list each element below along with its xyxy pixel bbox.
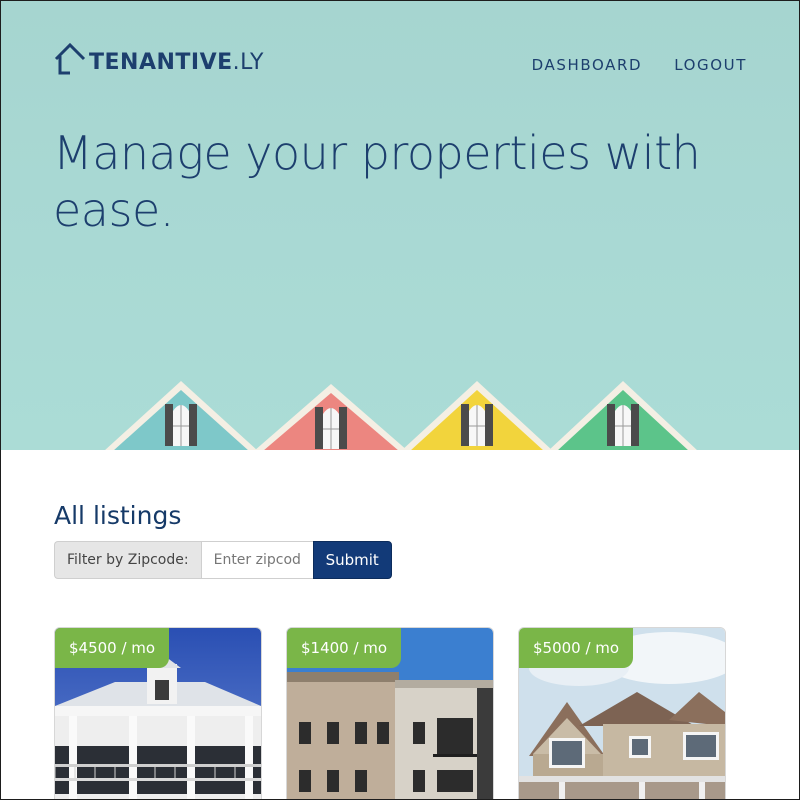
zipcode-filter-label: Filter by Zipcode: <box>54 541 201 579</box>
zipcode-input[interactable] <box>200 541 313 579</box>
listing-card[interactable]: $1400 / mo <box>286 627 494 799</box>
submit-button[interactable]: Submit <box>312 541 392 579</box>
brand-name: TENANTIVE.LY <box>89 50 264 75</box>
top-nav: DASHBOARD LOGOUT <box>532 56 747 74</box>
listing-card[interactable]: $5000 / mo <box>518 627 726 799</box>
hero-headline: Manage your properties with ease. <box>53 126 701 237</box>
house-logo-icon <box>54 42 86 75</box>
listings-title: All listings <box>54 501 182 530</box>
listing-card[interactable]: $4500 / mo <box>54 627 262 799</box>
price-badge: $1400 / mo <box>287 628 402 668</box>
nav-dashboard-link[interactable]: DASHBOARD <box>532 56 643 74</box>
price-badge: $4500 / mo <box>55 628 170 668</box>
colorful-rooftops-image <box>105 381 697 450</box>
nav-logout-link[interactable]: LOGOUT <box>674 56 747 74</box>
zipcode-filter-form: Filter by Zipcode: Submit <box>54 541 392 579</box>
price-badge: $5000 / mo <box>519 628 634 668</box>
brand-logo[interactable]: TENANTIVE.LY <box>53 41 264 75</box>
hero-banner: TENANTIVE.LY DASHBOARD LOGOUT Manage you… <box>1 1 799 450</box>
app-frame: TENANTIVE.LY DASHBOARD LOGOUT Manage you… <box>0 0 800 800</box>
